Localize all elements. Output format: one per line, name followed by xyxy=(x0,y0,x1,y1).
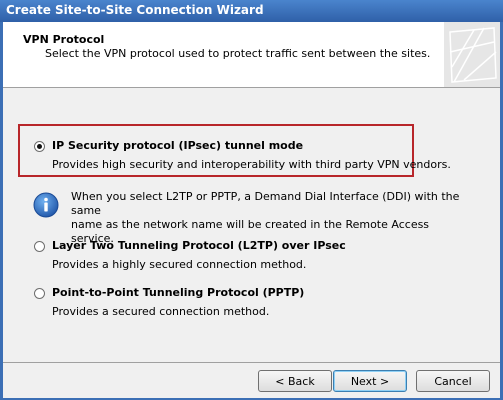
wizard-header: VPN Protocol Select the VPN protocol use… xyxy=(3,22,500,88)
option-pptp-label[interactable]: Point-to-Point Tunneling Protocol (PPTP) xyxy=(52,286,304,299)
info-message-line1: When you select L2TP or PPTP, a Demand D… xyxy=(71,190,460,217)
option-l2tp-label[interactable]: Layer Two Tunneling Protocol (L2TP) over… xyxy=(52,239,346,252)
page-subtitle: Select the VPN protocol used to protect … xyxy=(45,47,431,60)
option-ipsec-description: Provides high security and interoperabil… xyxy=(52,158,451,171)
option-pptp-description: Provides a secured connection method. xyxy=(52,305,270,318)
wizard-body: IP Security protocol (IPsec) tunnel mode… xyxy=(3,88,500,362)
back-button[interactable]: < Back xyxy=(258,370,332,392)
info-message: When you select L2TP or PPTP, a Demand D… xyxy=(71,190,471,246)
window-title: Create Site-to-Site Connection Wizard xyxy=(6,3,264,17)
cancel-button[interactable]: Cancel xyxy=(416,370,490,392)
radio-ipsec-tunnel[interactable] xyxy=(34,141,45,152)
page-title: VPN Protocol xyxy=(23,33,105,46)
wizard-footer: < Back Next > Cancel xyxy=(3,362,500,398)
info-icon xyxy=(33,192,59,218)
title-bar[interactable]: Create Site-to-Site Connection Wizard xyxy=(0,0,503,22)
wizard-banner-graphic-icon xyxy=(444,22,500,87)
wizard-client-area: VPN Protocol Select the VPN protocol use… xyxy=(3,22,500,398)
wizard-window: Create Site-to-Site Connection Wizard VP… xyxy=(0,0,503,400)
next-button[interactable]: Next > xyxy=(333,370,407,392)
radio-l2tp[interactable] xyxy=(34,241,45,252)
option-ipsec-label[interactable]: IP Security protocol (IPsec) tunnel mode xyxy=(52,139,303,152)
radio-pptp[interactable] xyxy=(34,288,45,299)
option-l2tp-description: Provides a highly secured connection met… xyxy=(52,258,307,271)
